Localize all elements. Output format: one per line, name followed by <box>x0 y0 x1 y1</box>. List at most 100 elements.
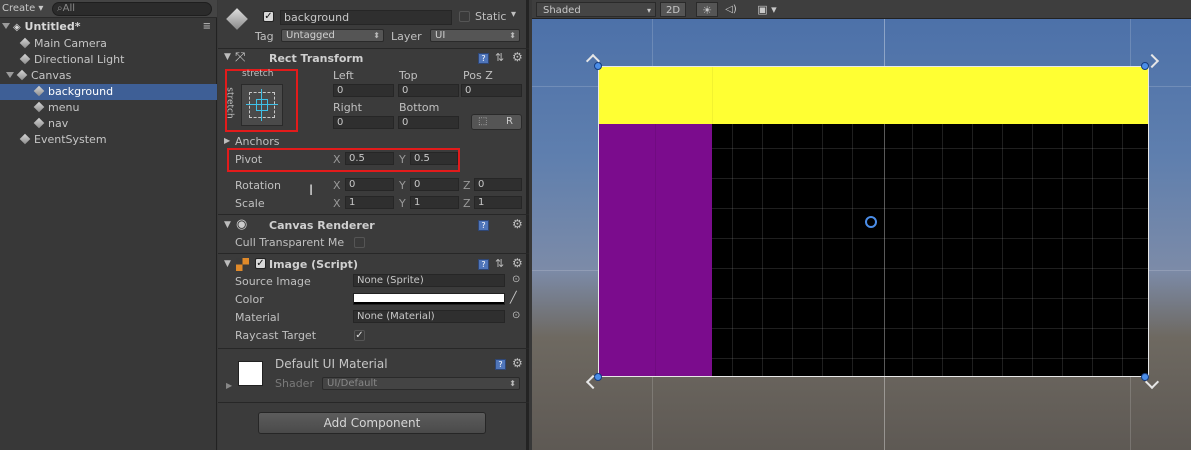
preset-icon[interactable]: ⇅ <box>495 257 504 270</box>
color-label: Color <box>235 293 264 306</box>
hierarchy-item-main-camera[interactable]: Main Camera <box>0 36 217 52</box>
hierarchy-item-directional-light[interactable]: Directional Light <box>0 52 217 68</box>
pivot-x-label: X <box>333 153 341 166</box>
color-swatch[interactable] <box>353 293 505 305</box>
shading-mode-dropdown[interactable]: Shaded ▾ <box>536 2 656 17</box>
tag-dropdown[interactable]: Untagged <box>281 29 384 42</box>
scale-y-field[interactable]: 1 <box>410 196 459 209</box>
active-checkbox[interactable]: ✓ <box>263 11 274 22</box>
scale-z-label: Z <box>463 197 471 210</box>
lighting-toggle-icon[interactable]: ☀ <box>696 2 718 17</box>
blueprint-raw-buttons: ⬚ R <box>471 114 522 130</box>
cull-transparent-checkbox[interactable] <box>354 237 365 248</box>
scene-view[interactable]: Shaded ▾ 2D ☀ ◁) ▣ ▾ <box>532 0 1191 450</box>
rotation-x-field[interactable]: 0 <box>345 178 394 191</box>
pivot-y-field[interactable]: 0.5 <box>410 152 458 165</box>
raw-edit-button[interactable]: R <box>506 116 513 127</box>
image-component-icon <box>236 258 249 271</box>
divider <box>218 214 529 215</box>
anchors-expand-icon[interactable]: ▶ <box>224 136 230 145</box>
help-book-icon[interactable]: ? <box>478 259 489 270</box>
static-checkbox[interactable] <box>459 11 470 22</box>
settings-gear-icon[interactable]: ⚙ <box>512 256 523 270</box>
collapse-arrow-icon[interactable]: ▼ <box>224 52 231 62</box>
anchors-foldout[interactable]: Anchors <box>235 135 280 148</box>
rect-transform-icon: ⤧ <box>235 50 246 65</box>
collapse-arrow-icon[interactable]: ▼ <box>224 220 231 230</box>
add-component-button[interactable]: Add Component <box>258 412 486 434</box>
text-cursor-icon: I <box>309 183 314 199</box>
pivot-y-label: Y <box>399 153 406 166</box>
object-name-field[interactable]: background <box>280 10 452 25</box>
hierarchy-item-canvas[interactable]: Canvas <box>0 68 217 84</box>
scale-x-field[interactable]: 1 <box>345 196 394 209</box>
static-dropdown-arrow-icon[interactable]: ▾ <box>511 9 516 20</box>
top-label: Top <box>399 69 418 82</box>
expand-triangle-icon[interactable] <box>6 72 14 78</box>
settings-gear-icon[interactable]: ⚙ <box>512 50 523 64</box>
left-field[interactable]: 0 <box>333 84 394 97</box>
right-field[interactable]: 0 <box>333 116 394 129</box>
help-book-icon[interactable]: ? <box>478 53 489 64</box>
gameobject-icon <box>33 85 45 97</box>
static-label: Static <box>475 10 507 23</box>
expand-triangle-icon[interactable] <box>2 23 10 29</box>
gameobject-icon <box>19 37 31 49</box>
anchor-presets-button[interactable] <box>241 84 283 126</box>
rotation-z-field[interactable]: 0 <box>474 178 522 191</box>
settings-gear-icon[interactable]: ⚙ <box>512 217 523 231</box>
rotation-label: Rotation <box>235 179 282 192</box>
hierarchy-item-eventsystem[interactable]: EventSystem <box>0 132 217 148</box>
pivot-label: Pivot <box>235 153 263 166</box>
effects-dropdown-icon[interactable]: ▣ ▾ <box>752 2 782 17</box>
object-picker-icon[interactable]: ⊙ <box>512 274 520 285</box>
create-button[interactable]: Create ▾ <box>2 2 43 16</box>
gameobject-icon <box>33 101 45 113</box>
material-field[interactable]: None (Material) <box>353 310 505 323</box>
top-field[interactable]: 0 <box>398 84 459 97</box>
help-book-icon[interactable]: ? <box>495 359 506 370</box>
scene-menu-icon[interactable]: ≡ <box>203 19 211 35</box>
anchor-v-line <box>261 89 262 121</box>
divider <box>218 348 529 349</box>
bottom-field[interactable]: 0 <box>398 116 459 129</box>
image-enabled-checkbox[interactable]: ✓ <box>255 258 266 269</box>
scale-label: Scale <box>235 197 265 210</box>
rotation-y-field[interactable]: 0 <box>410 178 459 191</box>
anchor-center-icon <box>256 99 268 111</box>
shader-dropdown[interactable]: UI/Default <box>322 377 520 390</box>
scale-z-field[interactable]: 1 <box>474 196 522 209</box>
gameobject-icon <box>16 69 28 81</box>
pivot-point-icon[interactable] <box>865 216 877 228</box>
hierarchy-item-background[interactable]: background <box>0 84 217 100</box>
bottom-label: Bottom <box>399 101 440 114</box>
material-name: Default UI Material <box>275 357 388 371</box>
collapse-arrow-icon[interactable]: ▼ <box>224 259 231 269</box>
gameobject-icon <box>19 133 31 145</box>
blueprint-mode-icon[interactable]: ⬚ <box>478 116 487 127</box>
eyedropper-icon[interactable]: ╱ <box>510 291 517 304</box>
layer-dropdown[interactable]: UI <box>430 29 520 42</box>
rot-x-label: X <box>333 179 341 192</box>
right-label: Right <box>333 101 362 114</box>
divider <box>218 253 529 254</box>
help-book-icon[interactable]: ? <box>478 220 489 231</box>
material-expand-icon[interactable]: ▶ <box>226 381 232 390</box>
canvas-renderer-title: Canvas Renderer <box>269 219 375 232</box>
2d-mode-toggle[interactable]: 2D <box>660 2 686 17</box>
settings-gear-icon[interactable]: ⚙ <box>512 356 523 370</box>
source-image-field[interactable]: None (Sprite) <box>353 274 505 287</box>
object-picker-icon[interactable]: ⊙ <box>512 310 520 321</box>
audio-toggle-icon[interactable]: ◁) <box>722 2 740 17</box>
pivot-x-field[interactable]: 0.5 <box>345 152 394 165</box>
hierarchy-item-menu[interactable]: menu <box>0 100 217 116</box>
scene-root-row[interactable]: ◈ Untitled* ≡ <box>0 19 217 35</box>
posz-field[interactable]: 0 <box>461 84 522 97</box>
hierarchy-item-nav[interactable]: nav <box>0 116 217 132</box>
image-script-title: Image (Script) <box>269 258 358 271</box>
cull-transparent-label: Cull Transparent Me <box>235 236 345 249</box>
material-label: Material <box>235 311 280 324</box>
raycast-target-checkbox[interactable]: ✓ <box>354 330 365 341</box>
hierarchy-search-input[interactable]: ⌕All <box>52 2 212 16</box>
preset-icon[interactable]: ⇅ <box>495 51 504 64</box>
